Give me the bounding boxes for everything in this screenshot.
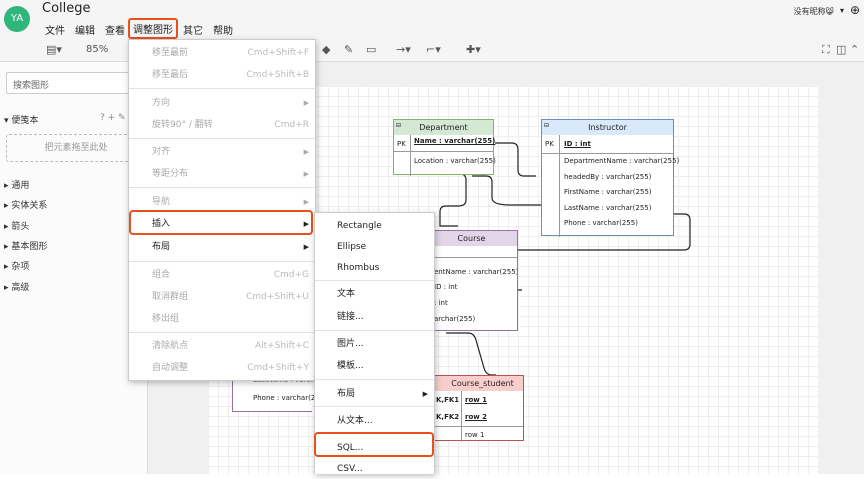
menu-item-label: 清除航点 bbox=[152, 341, 189, 351]
table-title: Department bbox=[394, 120, 493, 135]
menu-item-autosize[interactable]: 自动调整 Cmd+Shift+Y bbox=[129, 358, 315, 378]
shortcut: Alt+Shift+C bbox=[254, 341, 309, 351]
field: ID : int bbox=[434, 283, 458, 291]
insert-rectangle[interactable]: Rectangle bbox=[315, 216, 434, 236]
collapse-icon[interactable]: ⊟ bbox=[544, 122, 549, 129]
menu-item-label: 移至最后 bbox=[152, 70, 189, 80]
menu-item-label: 移至最前 bbox=[152, 48, 189, 58]
submenu-arrow-icon: ▶ bbox=[303, 99, 309, 107]
key-field: ID : int bbox=[564, 140, 591, 148]
menu-item-layout[interactable]: 布局 ▶ bbox=[129, 237, 315, 257]
field: headedBy : varchar(255) bbox=[564, 173, 652, 181]
submenu-arrow-icon: ▶ bbox=[422, 390, 428, 398]
menu-item-label: 移出组 bbox=[152, 314, 180, 324]
pk-label: PK bbox=[397, 140, 406, 148]
shortcut: Cmd+Shift+Y bbox=[247, 363, 309, 373]
pk-label: PK bbox=[545, 140, 554, 148]
course-student-table[interactable]: Course_student K,FK1 row 1 K,FK2 row 2 r… bbox=[430, 375, 524, 442]
submenu-arrow-icon: ▶ bbox=[303, 148, 309, 156]
menu-item-label: 等距分布 bbox=[152, 169, 189, 179]
collapse-icon[interactable]: ⊟ bbox=[396, 122, 401, 129]
field: DepartmentName : varchar(255) bbox=[564, 157, 680, 165]
table-title: Instructor bbox=[542, 120, 673, 135]
shortcut: Cmd+Shift+U bbox=[246, 292, 309, 302]
menu-item-navigation[interactable]: 导航 ▶ bbox=[129, 192, 315, 212]
insert-from-text[interactable]: 从文本... bbox=[315, 411, 434, 431]
key-field: row 2 bbox=[465, 413, 488, 421]
key-label: K,FK2 bbox=[436, 413, 460, 421]
menu-item-label: 导航 bbox=[152, 197, 171, 207]
menu-item-label: 组合 bbox=[152, 270, 171, 280]
submenu-arrow-icon: ▶ bbox=[303, 198, 309, 206]
menu-item-label: 取消群组 bbox=[152, 292, 189, 302]
shortcut: Cmd+R bbox=[274, 120, 309, 130]
insert-link[interactable]: 链接... bbox=[315, 307, 434, 327]
key-field: Name : varchar(255) bbox=[414, 137, 496, 145]
menu-item-to-back[interactable]: 移至最后 Cmd+Shift+B bbox=[129, 65, 315, 85]
field: entName : varchar(255) bbox=[434, 268, 518, 276]
submenu-arrow-icon: ▶ bbox=[303, 243, 309, 251]
menu-item-direction[interactable]: 方向 ▶ bbox=[129, 93, 315, 113]
menu-item-label: 旋转90° / 翻转 bbox=[152, 120, 213, 130]
menu-item-to-front[interactable]: 移至最前 Cmd+Shift+F bbox=[129, 43, 315, 63]
department-table[interactable]: Department ⊟ PK Name : varchar(255) Loca… bbox=[393, 119, 496, 176]
shortcut: Cmd+G bbox=[273, 270, 309, 280]
field: archar(255) bbox=[434, 315, 476, 323]
insert-csv[interactable]: CSV... bbox=[315, 459, 434, 479]
insert-ellipse[interactable]: Ellipse bbox=[315, 237, 434, 257]
instructor-table[interactable]: Instructor ⊟ PK ID : int DepartmentName … bbox=[541, 119, 679, 237]
field: : int bbox=[434, 299, 448, 307]
menu-item-distribute[interactable]: 等距分布 ▶ bbox=[129, 164, 315, 184]
field: Phone : varchar(25 bbox=[253, 394, 320, 402]
insert-rhombus[interactable]: Rhombus bbox=[315, 258, 434, 278]
key-field: row 1 bbox=[465, 396, 488, 404]
insert-text[interactable]: 文本 bbox=[315, 284, 434, 304]
table-title: Course_student bbox=[430, 376, 523, 391]
key-label: K,FK1 bbox=[436, 396, 460, 404]
menu-item-clear-waypoints[interactable]: 清除航点 Alt+Shift+C bbox=[129, 336, 315, 356]
field: Phone : varchar(255) bbox=[564, 219, 638, 227]
field: LastName : varchar(255) bbox=[564, 204, 652, 212]
field: FirstName : varchar(255) bbox=[564, 188, 652, 196]
menu-item-label: 方向 bbox=[152, 98, 171, 108]
shortcut: Cmd+Shift+F bbox=[247, 48, 309, 58]
shortcut: Cmd+Shift+B bbox=[246, 70, 309, 80]
field: Location : varchar(255) bbox=[414, 157, 496, 165]
insert-layout[interactable]: 布局 ▶ bbox=[315, 384, 434, 404]
menu-item-remove-from-group[interactable]: 移出组 bbox=[129, 309, 315, 329]
menu-item-rotate[interactable]: 旋转90° / 翻转 Cmd+R bbox=[129, 115, 315, 135]
menu-item-label: 自动调整 bbox=[152, 363, 189, 373]
sql-highlight bbox=[314, 432, 434, 457]
menu-item-label: 布局 bbox=[337, 389, 356, 399]
menu-item-group[interactable]: 组合 Cmd+G bbox=[129, 265, 315, 285]
menu-item-label: 布局 bbox=[152, 242, 171, 252]
insert-highlight bbox=[129, 210, 313, 235]
submenu-arrow-icon: ▶ bbox=[303, 170, 309, 178]
menu-item-label: 对齐 bbox=[152, 147, 171, 157]
insert-image[interactable]: 图片... bbox=[315, 334, 434, 354]
insert-template[interactable]: 模板... bbox=[315, 356, 434, 376]
field: row 1 bbox=[465, 431, 485, 439]
menu-item-ungroup[interactable]: 取消群组 Cmd+Shift+U bbox=[129, 287, 315, 307]
menu-item-align[interactable]: 对齐 ▶ bbox=[129, 142, 315, 162]
